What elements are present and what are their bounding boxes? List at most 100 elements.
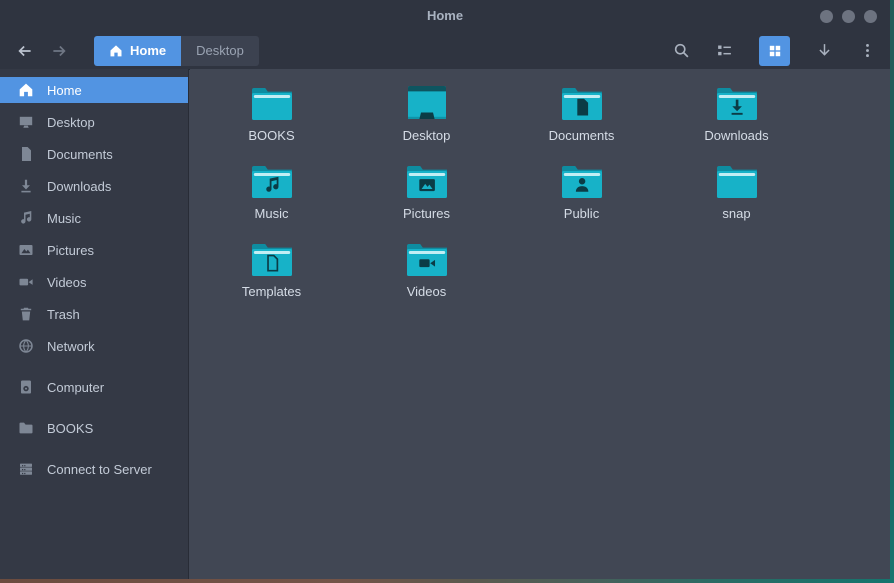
file-view[interactable]: BOOKS Desktop Documents Downloads Music Pictu… [190,69,890,579]
file-item-documents[interactable]: Documents [504,75,659,153]
list-view-button[interactable] [716,42,733,59]
sidebar-section-1: Computer BOOKS [0,374,188,441]
file-item-label: Public [564,206,599,221]
window-button-2[interactable] [842,10,855,23]
path-segment-label: Home [130,43,166,58]
menu-button[interactable] [859,42,876,59]
sidebar-item-computer[interactable]: Computer [0,374,188,400]
file-item-snap[interactable]: snap [659,153,814,231]
file-item-pictures[interactable]: Pictures [349,153,504,231]
file-item-label: Documents [549,128,615,143]
file-item-label: Downloads [704,128,768,143]
sidebar-item-label: Trash [47,307,80,322]
file-item-label: Music [255,206,289,221]
path-segment-desktop[interactable]: Desktop [181,36,259,66]
grid-view-button[interactable] [759,36,790,66]
path-segment-home[interactable]: Home [94,36,181,66]
sidebar-item-label: Documents [47,147,113,162]
picture-icon [18,242,34,258]
forward-button[interactable] [50,42,68,60]
sidebar-item-label: Network [47,339,95,354]
sidebar-item-pictures[interactable]: Pictures [0,237,188,263]
sidebar: Home Desktop Documents Downloads Music Pictur… [0,69,189,579]
folder-download-icon [713,83,761,125]
sidebar-item-downloads[interactable]: Downloads [0,173,188,199]
desktop-icon [18,114,34,130]
sidebar-item-books[interactable]: BOOKS [0,415,188,441]
file-item-label: Templates [242,284,301,299]
sidebar-item-connect-to-server[interactable]: Connect to Server [0,456,188,482]
folder-template-icon [248,239,296,281]
sidebar-item-label: BOOKS [47,421,93,436]
file-item-desktop[interactable]: Desktop [349,75,504,153]
file-grid: BOOKS Desktop Documents Downloads Music Pictu… [190,69,814,309]
wallpaper-bottom-edge [0,579,894,583]
sidebar-item-home[interactable]: Home [0,77,188,103]
window-title: Home [0,0,890,32]
search-button[interactable] [673,42,690,59]
document-icon [18,146,34,162]
sidebar-item-label: Desktop [47,115,95,130]
file-item-label: Desktop [403,128,451,143]
grid-view-icon [767,43,783,59]
server-icon [18,461,34,477]
trash-icon [18,306,34,322]
window-controls [820,0,877,32]
window-button-3[interactable] [864,10,877,23]
folder-music-icon [248,161,296,203]
music-icon [18,210,34,226]
sidebar-item-label: Downloads [47,179,111,194]
sidebar-item-label: Videos [47,275,87,290]
sidebar-item-label: Home [47,83,82,98]
sidebar-item-label: Computer [47,380,104,395]
home-icon [18,82,34,98]
sidebar-item-label: Pictures [47,243,94,258]
sort-download-button[interactable] [816,42,833,59]
search-icon [673,42,690,59]
desktop-screen: Home Home Desktop Home Desktop Documents Dow… [0,0,894,583]
toolbar: Home Desktop [0,32,890,70]
file-item-public[interactable]: Public [504,153,659,231]
toolbar-actions [673,36,876,66]
folder-video-icon [403,239,451,281]
desktop-icon [403,83,451,125]
path-segment-label: Desktop [196,43,244,58]
file-item-label: Videos [407,284,447,299]
arrow-down-icon [816,42,833,59]
sidebar-section-2: Connect to Server [0,456,188,482]
titlebar[interactable]: Home [0,0,890,32]
file-item-music[interactable]: Music [194,153,349,231]
download-icon [18,178,34,194]
folder-document-icon [558,83,606,125]
file-item-label: Pictures [403,206,450,221]
sidebar-item-documents[interactable]: Documents [0,141,188,167]
file-item-books[interactable]: BOOKS [194,75,349,153]
sidebar-item-label: Connect to Server [47,462,152,477]
back-button[interactable] [16,42,34,60]
sidebar-item-label: Music [47,211,81,226]
folder-person-icon [558,161,606,203]
kebab-icon [859,42,876,59]
folder-icon [248,83,296,125]
sidebar-item-desktop[interactable]: Desktop [0,109,188,135]
file-item-downloads[interactable]: Downloads [659,75,814,153]
file-item-videos[interactable]: Videos [349,231,504,309]
wallpaper-right-edge [890,0,894,583]
sidebar-section-0: Home Desktop Documents Downloads Music Pictur… [0,77,188,359]
folder-picture-icon [403,161,451,203]
home-icon [109,44,123,58]
network-icon [18,338,34,354]
sidebar-item-music[interactable]: Music [0,205,188,231]
sidebar-item-videos[interactable]: Videos [0,269,188,295]
sidebar-item-trash[interactable]: Trash [0,301,188,327]
path-bar: Home Desktop [94,36,259,66]
folder-icon [713,161,761,203]
file-manager-window: Home Home Desktop Home Desktop Documents Dow… [0,0,890,579]
file-item-templates[interactable]: Templates [194,231,349,309]
window-button-1[interactable] [820,10,833,23]
sidebar-item-network[interactable]: Network [0,333,188,359]
video-icon [18,274,34,290]
list-view-icon [716,42,733,59]
folder-icon [18,420,34,436]
file-item-label: BOOKS [248,128,294,143]
